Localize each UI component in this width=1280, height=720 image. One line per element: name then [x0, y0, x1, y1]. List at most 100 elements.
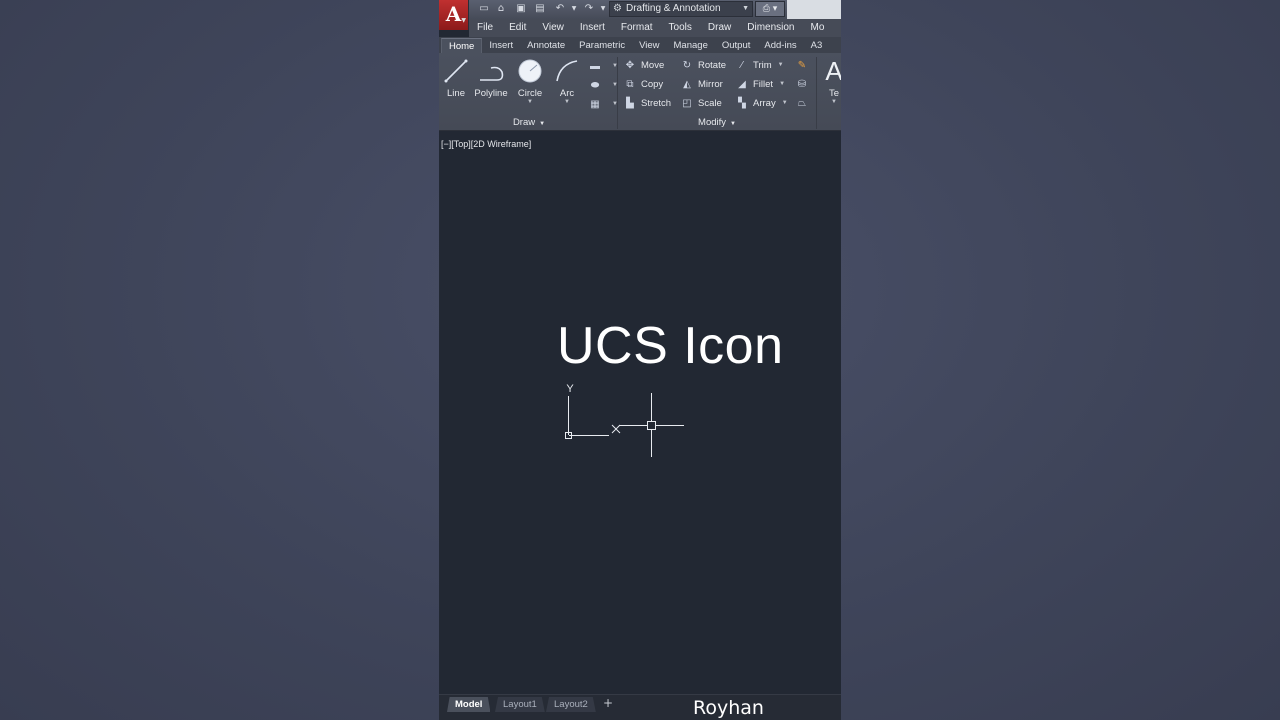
tab-manage[interactable]: Manage — [667, 38, 715, 53]
text-button[interactable]: A Te ▼ — [819, 55, 841, 106]
rotate-label: Rotate — [698, 59, 726, 71]
rotate-button[interactable]: ↻ Rotate — [680, 57, 726, 73]
tab-add-ins[interactable]: Add-ins — [757, 38, 803, 53]
watermark-text: Royhan — [693, 697, 764, 719]
fillet-icon: ◢ — [738, 78, 746, 90]
polyline-button[interactable]: Polyline — [472, 57, 510, 99]
mirror-button[interactable]: ◭ Mirror — [680, 76, 723, 92]
overlay-title: UCS Icon — [557, 317, 784, 375]
hatch-icon: ▦ — [590, 98, 600, 110]
chevron-down-icon: ▼ — [461, 17, 466, 24]
scale-button[interactable]: ◰ Scale — [680, 95, 722, 111]
tab-layout2[interactable]: Layout2 — [546, 697, 596, 712]
rectangle-button[interactable]: ▬ ▼ — [588, 58, 618, 74]
save-icon[interactable]: ▣ — [514, 2, 528, 16]
gear-icon: ⚙ — [613, 3, 622, 14]
arc-button[interactable]: Arc ▼ — [549, 57, 585, 105]
fillet-label: Fillet — [753, 78, 774, 90]
trim-icon: ⁄ — [741, 59, 743, 71]
scale-icon: ◰ — [682, 97, 692, 109]
drawing-canvas[interactable]: Y — [439, 370, 841, 470]
tab-view[interactable]: View — [632, 38, 666, 53]
hatch-button[interactable]: ▦ ▼ — [588, 96, 618, 112]
redo-icon[interactable]: ↷ — [582, 2, 596, 16]
array-button[interactable]: ▚ Array ▼ — [735, 95, 788, 111]
new-icon[interactable]: ▭ — [477, 2, 491, 16]
menu-modify[interactable]: Mo — [803, 19, 833, 37]
autocad-window: A ▼ ▭ ⌂ ▣ ▤ ↶ ▼ ↷ ▼ ⚙ Drafting & Annotat… — [439, 0, 841, 720]
arc-label: Arc — [559, 88, 575, 99]
offset-button[interactable]: ⏢ — [795, 95, 813, 111]
workspace-label: Drafting & Annotation — [626, 3, 721, 14]
chevron-down-icon[interactable]: ▼ — [819, 99, 841, 105]
menu-view[interactable]: View — [534, 19, 572, 37]
explode-button[interactable]: ⛁ — [795, 76, 813, 92]
menu-tools[interactable]: Tools — [661, 19, 700, 37]
circle-label: Circle — [517, 88, 543, 99]
chevron-down-icon[interactable]: ▼ — [779, 81, 785, 87]
modify-panel-title[interactable]: Modify ▼ — [667, 116, 767, 130]
redo-dropdown-icon[interactable]: ▼ — [596, 2, 610, 16]
saveas-icon[interactable]: ▤ — [533, 2, 547, 16]
undo-icon[interactable]: ↶ — [553, 2, 567, 16]
fillet-button[interactable]: ◢ Fillet ▼ — [735, 76, 785, 92]
tab-model[interactable]: Model — [447, 697, 491, 712]
viewport-controls[interactable]: [−][Top][2D Wireframe] — [441, 139, 531, 149]
chevron-down-icon: ▼ — [730, 121, 736, 127]
move-icon: ✥ — [625, 59, 635, 71]
circle-icon — [512, 57, 548, 85]
menu-format[interactable]: Format — [613, 19, 661, 37]
crosshair-cursor — [619, 393, 684, 457]
copy-label: Copy — [641, 78, 664, 90]
chevron-down-icon: ▼ — [539, 121, 546, 127]
menu-edit[interactable]: Edit — [501, 19, 534, 37]
stretch-button[interactable]: ▙ Stretch — [623, 95, 671, 111]
open-icon[interactable]: ⌂ — [494, 2, 508, 16]
autocad-logo-icon: A — [445, 2, 462, 26]
chevron-down-icon: ▼ — [742, 5, 749, 12]
trim-button[interactable]: ⁄ Trim ▼ — [735, 57, 784, 73]
chevron-down-icon[interactable]: ▼ — [549, 99, 585, 105]
explode-icon: ⛁ — [797, 78, 807, 90]
menu-dimension[interactable]: Dimension — [739, 19, 802, 37]
ellipse-button[interactable]: ⬬ ▼ — [588, 77, 618, 93]
line-button[interactable]: Line — [439, 57, 474, 99]
copy-button[interactable]: ⧉ Copy — [623, 76, 663, 92]
plot-icon: ⎙ ▾ — [762, 4, 778, 14]
draw-panel-label: Draw — [512, 117, 536, 128]
circle-button[interactable]: Circle ▼ — [512, 57, 548, 105]
tab-insert[interactable]: Insert — [482, 38, 520, 53]
tab-home[interactable]: Home — [441, 38, 483, 53]
text-a-icon: A — [825, 55, 841, 86]
menu-file[interactable]: File — [469, 19, 501, 37]
application-menu-button[interactable]: A ▼ — [439, 0, 469, 30]
panel-divider — [816, 57, 817, 129]
chevron-down-icon[interactable]: ▼ — [782, 100, 788, 106]
offset-icon: ⏢ — [798, 97, 806, 109]
tab-output[interactable]: Output — [715, 38, 758, 53]
undo-dropdown-icon[interactable]: ▼ — [567, 2, 581, 16]
move-label: Move — [641, 59, 665, 71]
array-icon: ▚ — [738, 97, 746, 109]
draw-panel-title[interactable]: Draw ▼ — [479, 116, 579, 130]
menu-draw[interactable]: Draw — [700, 19, 739, 37]
tab-annotate[interactable]: Annotate — [520, 38, 572, 53]
rectangle-icon: ▬ — [590, 60, 600, 72]
move-button[interactable]: ✥ Move — [623, 57, 664, 73]
tab-parametric[interactable]: Parametric — [572, 38, 632, 53]
tab-layout1[interactable]: Layout1 — [495, 697, 545, 712]
layout-tab-bar: Model Layout1 Layout2 + — [439, 694, 841, 720]
ucs-y-label: Y — [566, 383, 574, 395]
workspace-switcher[interactable]: ⚙ Drafting & Annotation ▼ — [609, 1, 753, 17]
plot-button[interactable]: ⎙ ▾ — [755, 1, 785, 17]
tab-a360[interactable]: A3 — [804, 38, 830, 53]
arc-icon — [549, 57, 585, 85]
chevron-down-icon[interactable]: ▼ — [512, 99, 548, 105]
menu-insert[interactable]: Insert — [572, 19, 613, 37]
chevron-down-icon[interactable]: ▼ — [778, 62, 784, 68]
line-icon — [439, 57, 474, 85]
erase-button[interactable]: ✎ — [795, 57, 813, 73]
ribbon-tab-bar: Home Insert Annotate Parametric View Man… — [439, 37, 841, 53]
ellipse-icon: ⬬ — [590, 79, 600, 91]
add-layout-icon[interactable]: + — [603, 696, 613, 711]
